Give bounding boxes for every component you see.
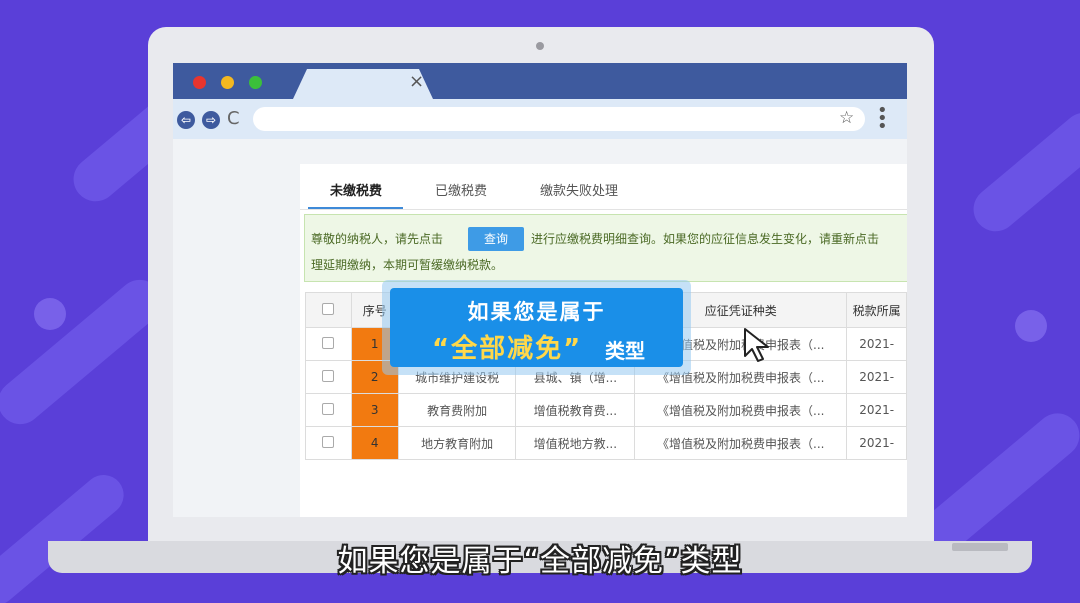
video-subtitle: 如果您是属于“全部减免”类型 bbox=[337, 544, 743, 579]
query-button[interactable]: 查询 bbox=[468, 227, 524, 251]
column-header: 税款所属 bbox=[846, 292, 907, 328]
active-tab-indicator bbox=[308, 207, 403, 209]
cell-period: 2021- bbox=[846, 327, 907, 361]
url-input[interactable] bbox=[253, 107, 865, 131]
mouse-cursor-icon bbox=[744, 328, 769, 362]
callout-box: 如果您是属于 “全部减免” 类型 bbox=[390, 288, 683, 367]
row-number: 4 bbox=[350, 426, 399, 460]
tab-failed[interactable]: 缴款失败处理 bbox=[540, 180, 618, 199]
row-checkbox[interactable] bbox=[305, 426, 352, 460]
menu-icon[interactable]: • • • bbox=[877, 102, 888, 136]
address-bar: ⇦ ⇨ C ☆ • • • bbox=[173, 99, 907, 139]
back-icon[interactable]: ⇦ bbox=[177, 111, 195, 129]
cell-tax-item: 增值税教育费... bbox=[515, 393, 636, 427]
cell-voucher-type: 《增值税及附加税费申报表（... bbox=[634, 393, 848, 427]
callout-line3: 类型 bbox=[605, 339, 645, 363]
forward-icon[interactable]: ⇨ bbox=[202, 111, 220, 129]
row-number: 3 bbox=[350, 393, 399, 427]
reload-icon[interactable]: C bbox=[227, 108, 240, 129]
minimize-window-dot[interactable] bbox=[221, 76, 234, 89]
bookmark-star-icon[interactable]: ☆ bbox=[839, 108, 854, 128]
bg-stripe bbox=[0, 466, 132, 603]
cell-tax-type: 教育费附加 bbox=[397, 393, 517, 427]
notice-text: 理延期缴纳，本期可暂缓缴纳税款。 bbox=[311, 258, 504, 272]
camera-icon bbox=[536, 42, 544, 50]
row-checkbox[interactable] bbox=[305, 360, 352, 394]
close-window-dot[interactable] bbox=[193, 76, 206, 89]
callout-line1: 如果您是属于 bbox=[467, 300, 606, 324]
cell-period: 2021- bbox=[846, 426, 907, 460]
cell-period: 2021- bbox=[846, 360, 907, 394]
bg-stripe bbox=[0, 270, 171, 434]
cell-tax-type: 地方教育附加 bbox=[397, 426, 517, 460]
bg-stripe bbox=[964, 103, 1080, 241]
row-checkbox[interactable] bbox=[305, 393, 352, 427]
callout-highlight: “全部减免” bbox=[432, 334, 583, 364]
browser-tabbar: × bbox=[173, 63, 907, 99]
tab-close-icon[interactable]: × bbox=[409, 73, 424, 91]
bg-dot bbox=[34, 298, 66, 330]
tab-unpaid[interactable]: 未缴税费 bbox=[330, 180, 382, 199]
notice-box: 尊敬的纳税人，请先点击 查询 进行应缴税费明细查询。如果您的应征信息发生变化，请… bbox=[304, 214, 907, 282]
tab-strip: 未缴税费 已缴税费 缴款失败处理 bbox=[300, 164, 907, 210]
maximize-window-dot[interactable] bbox=[249, 76, 262, 89]
cell-tax-item: 增值税地方教... bbox=[515, 426, 636, 460]
tab-paid[interactable]: 已缴税费 bbox=[435, 180, 487, 199]
bg-dot bbox=[1015, 310, 1047, 342]
notice-text: 尊敬的纳税人，请先点击 bbox=[311, 232, 444, 246]
notice-text: 进行应缴税费明细查询。如果您的应征信息发生变化，请重新点击 bbox=[531, 232, 880, 246]
cell-voucher-type: 《增值税及附加税费申报表（... bbox=[634, 426, 848, 460]
select-all-checkbox[interactable] bbox=[305, 292, 352, 328]
cell-period: 2021- bbox=[846, 393, 907, 427]
table-row[interactable]: 3 教育费附加 增值税教育费... 《增值税及附加税费申报表（... 2021- bbox=[305, 393, 907, 427]
row-checkbox[interactable] bbox=[305, 327, 352, 361]
table-row[interactable]: 4 地方教育附加 增值税地方教... 《增值税及附加税费申报表（... 2021… bbox=[305, 426, 907, 460]
